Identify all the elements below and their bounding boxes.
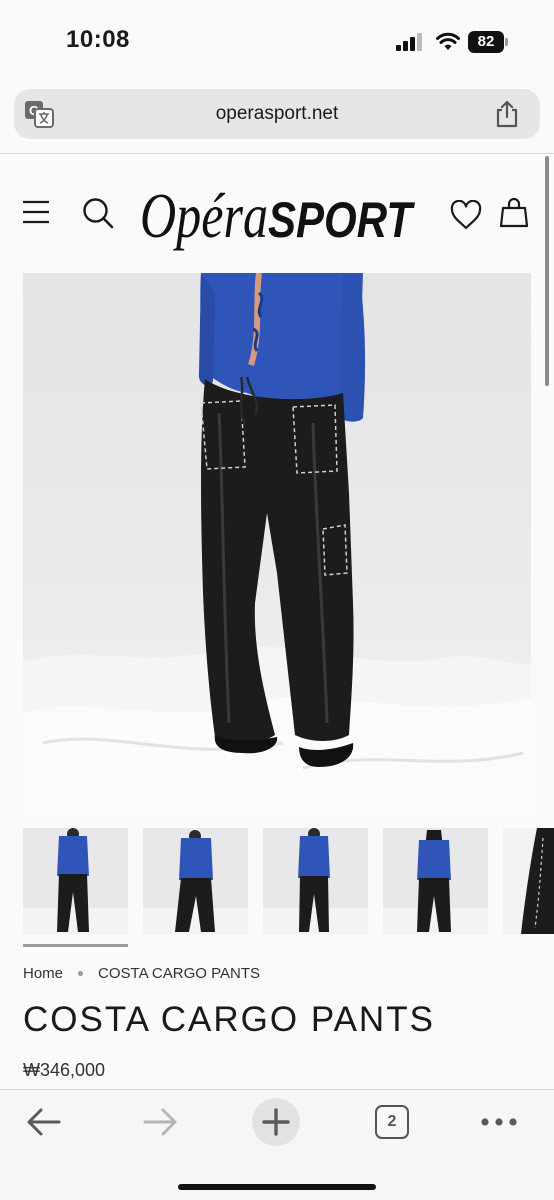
new-tab-button[interactable] [252, 1098, 300, 1146]
thumbnail-active-indicator [23, 944, 128, 947]
breadcrumb-home[interactable]: Home [23, 965, 63, 982]
plus-icon [262, 1108, 290, 1136]
browser-divider [0, 153, 554, 154]
thumbnail-2[interactable] [143, 828, 248, 934]
product-main-image[interactable] [23, 273, 531, 813]
browser-toolbar: 2 [0, 1089, 554, 1200]
share-icon[interactable] [494, 100, 520, 128]
address-bar[interactable]: operasport.net G [14, 89, 540, 139]
bag-icon[interactable] [500, 196, 528, 228]
wifi-icon [436, 32, 460, 50]
heart-icon[interactable] [450, 200, 482, 230]
menu-icon[interactable] [22, 200, 50, 224]
site-logo[interactable]: Opéra SPORT [140, 162, 420, 260]
url-text[interactable]: operasport.net [14, 89, 540, 139]
product-title: COSTA CARGO PANTS [23, 1000, 435, 1039]
product-price: ₩346,000 [23, 1060, 106, 1080]
logo-script: Opéra [140, 180, 268, 251]
thumbnail-1[interactable] [23, 828, 128, 934]
thumbnail-5[interactable] [503, 828, 554, 934]
forward-arrow-icon[interactable] [142, 1107, 178, 1137]
breadcrumb: Home COSTA CARGO PANTS [23, 963, 260, 983]
logo-bold: SPORT [268, 192, 416, 248]
thumbnail-3[interactable] [263, 828, 368, 934]
page-scrollbar[interactable] [545, 156, 549, 386]
thumbnail-4[interactable] [383, 828, 488, 934]
tabs-icon[interactable]: 2 [375, 1105, 409, 1139]
more-icon[interactable] [480, 1114, 518, 1130]
home-indicator [178, 1184, 376, 1190]
back-arrow-icon[interactable] [26, 1107, 62, 1137]
battery-level: 82 [468, 31, 504, 53]
search-icon[interactable] [82, 197, 114, 229]
status-time: 10:08 [66, 26, 130, 53]
model-photo [23, 273, 531, 813]
breadcrumb-current: COSTA CARGO PANTS [98, 964, 260, 982]
thumbnail-strip [23, 828, 554, 934]
status-bar: 10:08 82 [0, 0, 554, 84]
breadcrumb-separator [78, 970, 84, 976]
cellular-signal-icon [396, 33, 422, 51]
battery-icon: 82 [468, 31, 510, 53]
translate-icon[interactable]: G [24, 100, 54, 128]
